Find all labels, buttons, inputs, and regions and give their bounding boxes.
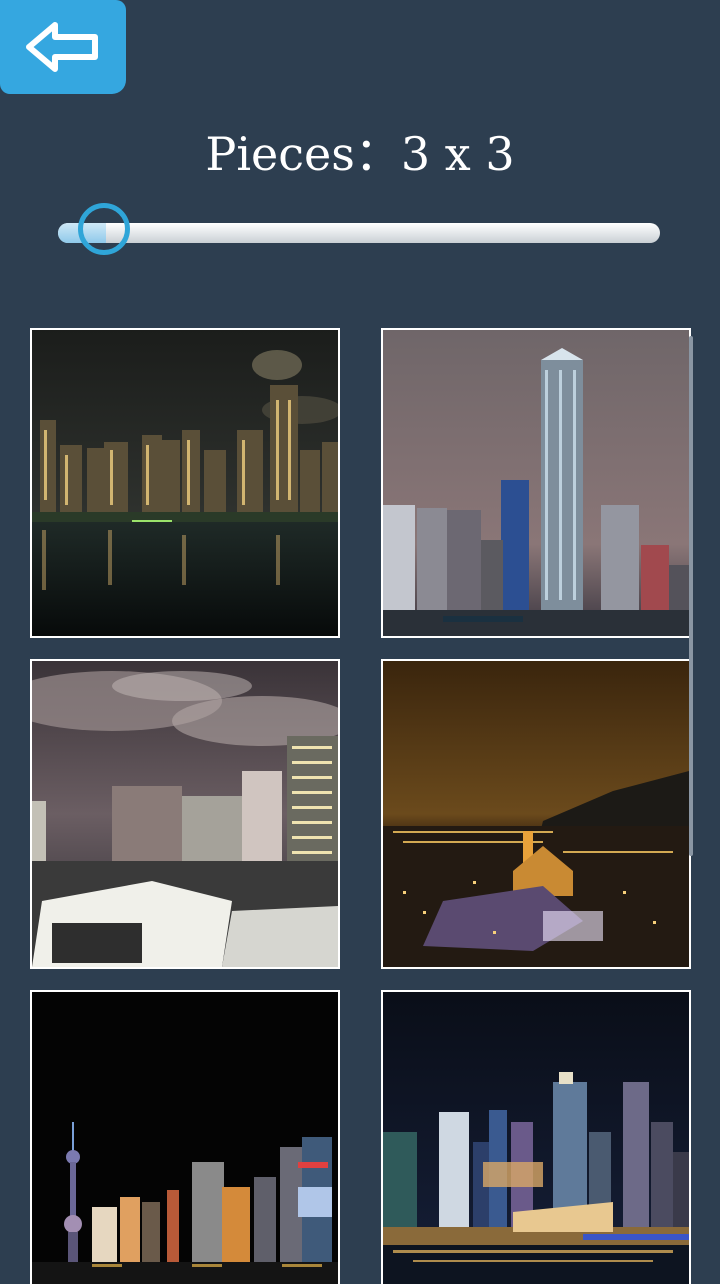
slider-track[interactable] [58, 223, 660, 243]
puzzle-image-tile[interactable] [381, 659, 691, 969]
waterfront-skyline-night-image [383, 992, 689, 1284]
city-night-river-image [32, 330, 338, 636]
puzzle-select-screen: Pieces：3 x 3 [0, 0, 720, 1284]
pieces-label: Pieces：3 x 3 [205, 127, 515, 181]
pieces-slider[interactable] [58, 203, 660, 263]
skyscraper-hazy-night-image [383, 330, 689, 636]
town-valley-golden-night-image [383, 661, 689, 967]
puzzle-image-tile[interactable] [30, 659, 340, 969]
city-clouds-night-image [32, 661, 338, 967]
puzzle-image-tile[interactable] [30, 328, 340, 638]
tv-tower-skyline-night-image [32, 992, 338, 1284]
slider-thumb[interactable] [78, 203, 130, 255]
puzzle-image-tile[interactable] [381, 328, 691, 638]
puzzle-image-tile[interactable] [30, 990, 340, 1284]
back-arrow-icon [26, 22, 98, 72]
back-button[interactable] [0, 0, 126, 94]
puzzle-image-tile[interactable] [381, 990, 691, 1284]
scrollbar[interactable] [689, 336, 693, 856]
